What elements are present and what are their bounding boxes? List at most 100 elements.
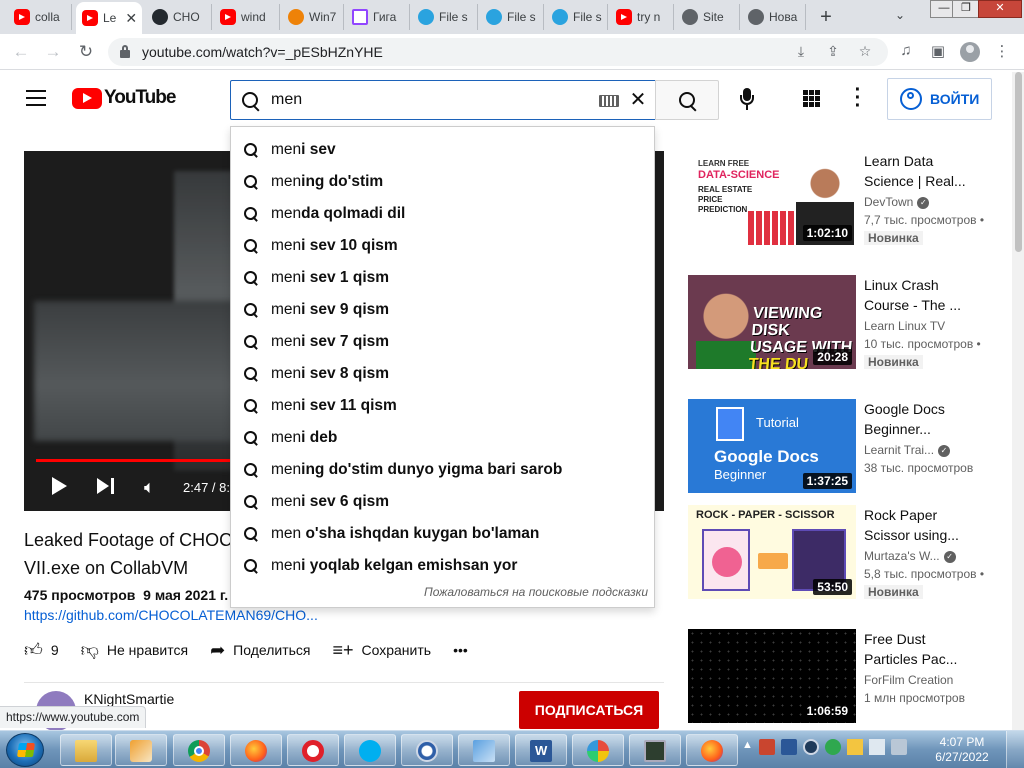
- description-link[interactable]: https://github.com/CHOCOLATEMAN69/CHO...: [24, 607, 318, 623]
- taskbar-terminal[interactable]: [629, 734, 681, 766]
- suggestion-item[interactable]: men i sev 11 qism: [231, 390, 654, 422]
- volume-icon[interactable]: 🔈︎: [144, 477, 155, 498]
- bookmark-star-icon[interactable]: ☆: [856, 43, 874, 60]
- side-panel-icon[interactable]: ▣: [928, 42, 948, 60]
- maximize-button[interactable]: ❐: [952, 0, 980, 18]
- suggestion-item[interactable]: men i sev: [231, 134, 654, 166]
- taskbar-word[interactable]: [515, 734, 567, 766]
- taskbar-paint[interactable]: [572, 734, 624, 766]
- recommendation-title[interactable]: Learn Data Science | Real...: [864, 151, 968, 191]
- show-desktop-button[interactable]: [1006, 731, 1024, 768]
- url-text[interactable]: youtube.com/watch?v=_pESbHZnYHE: [142, 44, 383, 60]
- suggestion-item[interactable]: men i sev 10 qism: [231, 230, 654, 262]
- taskbar-chrome[interactable]: [173, 734, 225, 766]
- recommendation-item[interactable]: VIEWING DISK USAGE WITH THE DU COMMA 20:…: [688, 275, 1008, 371]
- scrollbar-thumb[interactable]: [1015, 72, 1022, 252]
- suggestion-item[interactable]: men i sev 1 qism: [231, 262, 654, 294]
- taskbar-qbittorrent[interactable]: [401, 734, 453, 766]
- sign-in-button[interactable]: ВОЙТИ: [887, 78, 992, 120]
- tab-10[interactable]: try n: [610, 4, 674, 30]
- save-button[interactable]: ≡+ Сохранить: [332, 640, 431, 661]
- suggestion-item[interactable]: men ing do'stim dunyo yigma bari sarob: [231, 454, 654, 486]
- flag-icon[interactable]: [758, 739, 775, 755]
- tab-9[interactable]: File s: [546, 4, 608, 30]
- tab-11[interactable]: Site: [676, 4, 740, 30]
- recommendation-channel[interactable]: DevTown ✓: [864, 195, 968, 209]
- recommendation-channel[interactable]: Learn Linux TV: [864, 319, 968, 333]
- report-suggestions-link[interactable]: Пожаловаться на поисковые подсказки: [424, 585, 648, 599]
- clear-search-icon[interactable]: ✕: [627, 87, 649, 112]
- play-icon[interactable]: [52, 477, 67, 495]
- green-tray-icon[interactable]: [824, 739, 841, 755]
- more-actions-button[interactable]: •••: [453, 642, 468, 658]
- qbittorrent-tray-icon[interactable]: [802, 739, 819, 755]
- tab-active[interactable]: Le ✕: [76, 2, 142, 34]
- network-icon[interactable]: [868, 739, 885, 755]
- like-button[interactable]: 👍︎ 9: [24, 639, 59, 661]
- keyboard-icon[interactable]: [599, 95, 619, 107]
- browser-menu-icon[interactable]: ⋮: [992, 42, 1012, 60]
- settings-dots-icon[interactable]: · · ·: [852, 80, 864, 116]
- youtube-logo[interactable]: YouTube: [72, 87, 176, 109]
- recommendation-title[interactable]: Free Dust Particles Pac...: [864, 629, 968, 669]
- start-button[interactable]: [6, 733, 44, 767]
- suggestion-item[interactable]: men i deb: [231, 422, 654, 454]
- suggestion-item[interactable]: men da qolmadi dil: [231, 198, 654, 230]
- recommendation-channel[interactable]: Murtaza's W... ✓: [864, 549, 968, 563]
- profile-avatar-icon[interactable]: [960, 42, 980, 62]
- video-thumbnail[interactable]: 1:06:59: [688, 629, 856, 723]
- taskbar-opera[interactable]: [287, 734, 339, 766]
- taskbar-explorer[interactable]: [60, 734, 112, 766]
- tab-6[interactable]: Гига: [346, 4, 410, 30]
- forward-button[interactable]: →: [42, 41, 64, 63]
- tab-4[interactable]: wind: [214, 4, 280, 30]
- tab-8[interactable]: File s: [480, 4, 544, 30]
- suggestion-item[interactable]: men ing do'stim: [231, 166, 654, 198]
- media-control-icon[interactable]: ♫: [896, 42, 916, 59]
- microphone-icon[interactable]: [737, 88, 757, 112]
- recommendation-title[interactable]: Linux Crash Course - The ...: [864, 275, 968, 315]
- video-thumbnail[interactable]: LEARN FREE DATA-SCIENCE REAL ESTATE PRIC…: [688, 151, 856, 245]
- search-input[interactable]: [271, 89, 591, 111]
- taskbar-control-panel[interactable]: [458, 734, 510, 766]
- channel-name[interactable]: KNightSmartie: [84, 691, 174, 707]
- tab-1[interactable]: colla: [8, 4, 72, 30]
- recommendation-item[interactable]: Tutorial Google Docs Beginner 1:37:25 Go…: [688, 399, 1008, 495]
- close-tab-icon[interactable]: ✕: [125, 10, 137, 27]
- suggestion-item[interactable]: men i sev 6 qism: [231, 486, 654, 518]
- tab-5[interactable]: Win7: [282, 4, 344, 30]
- word-tray-icon[interactable]: [780, 739, 797, 755]
- install-icon[interactable]: ⤓: [792, 43, 810, 60]
- system-clock[interactable]: 4:07 PM 6/27/2022: [930, 735, 994, 765]
- tab-search-button[interactable]: ⌄: [895, 8, 905, 22]
- suggestion-item[interactable]: men i yoqlab kelgan emishsan yor: [231, 550, 654, 582]
- next-icon[interactable]: [97, 478, 109, 494]
- reload-button[interactable]: ↻: [75, 41, 97, 63]
- volume-tray-icon[interactable]: [890, 739, 907, 755]
- suggestion-item[interactable]: men o'sha ishqdan kuygan bo'laman: [231, 518, 654, 550]
- recommendation-title[interactable]: Google Docs Beginner...: [864, 399, 968, 439]
- suggestion-item[interactable]: men i sev 8 qism: [231, 358, 654, 390]
- taskbar-firefox-2[interactable]: [686, 734, 738, 766]
- taskbar-skype[interactable]: [344, 734, 396, 766]
- new-tab-button[interactable]: +: [814, 6, 838, 29]
- recommendation-title[interactable]: Rock Paper Scissor using...: [864, 505, 968, 545]
- omnibox[interactable]: youtube.com/watch?v=_pESbHZnYHE ⤓ ⇪ ☆: [108, 38, 888, 66]
- taskbar-media-player[interactable]: [115, 734, 167, 766]
- video-thumbnail[interactable]: Tutorial Google Docs Beginner 1:37:25: [688, 399, 856, 493]
- suggestion-item[interactable]: men i sev 9 qism: [231, 294, 654, 326]
- close-window-button[interactable]: ✕: [978, 0, 1022, 18]
- page-scrollbar[interactable]: [1012, 72, 1024, 730]
- share-button[interactable]: ➦ Поделиться: [210, 640, 310, 661]
- recommendation-channel[interactable]: Learnit Trai... ✓: [864, 443, 968, 457]
- recommendation-item[interactable]: LEARN FREE DATA-SCIENCE REAL ESTATE PRIC…: [688, 151, 1008, 247]
- menu-icon[interactable]: [26, 90, 46, 106]
- video-thumbnail[interactable]: VIEWING DISK USAGE WITH THE DU COMMA 20:…: [688, 275, 856, 369]
- tab-7[interactable]: File s: [412, 4, 478, 30]
- tab-3[interactable]: CHO: [146, 4, 212, 30]
- recommendation-channel[interactable]: ForFilm Creation: [864, 673, 968, 687]
- taskbar-firefox[interactable]: [230, 734, 282, 766]
- back-button[interactable]: ←: [10, 41, 32, 63]
- search-button[interactable]: [655, 80, 719, 120]
- tray-expand-icon[interactable]: ▲: [742, 739, 753, 755]
